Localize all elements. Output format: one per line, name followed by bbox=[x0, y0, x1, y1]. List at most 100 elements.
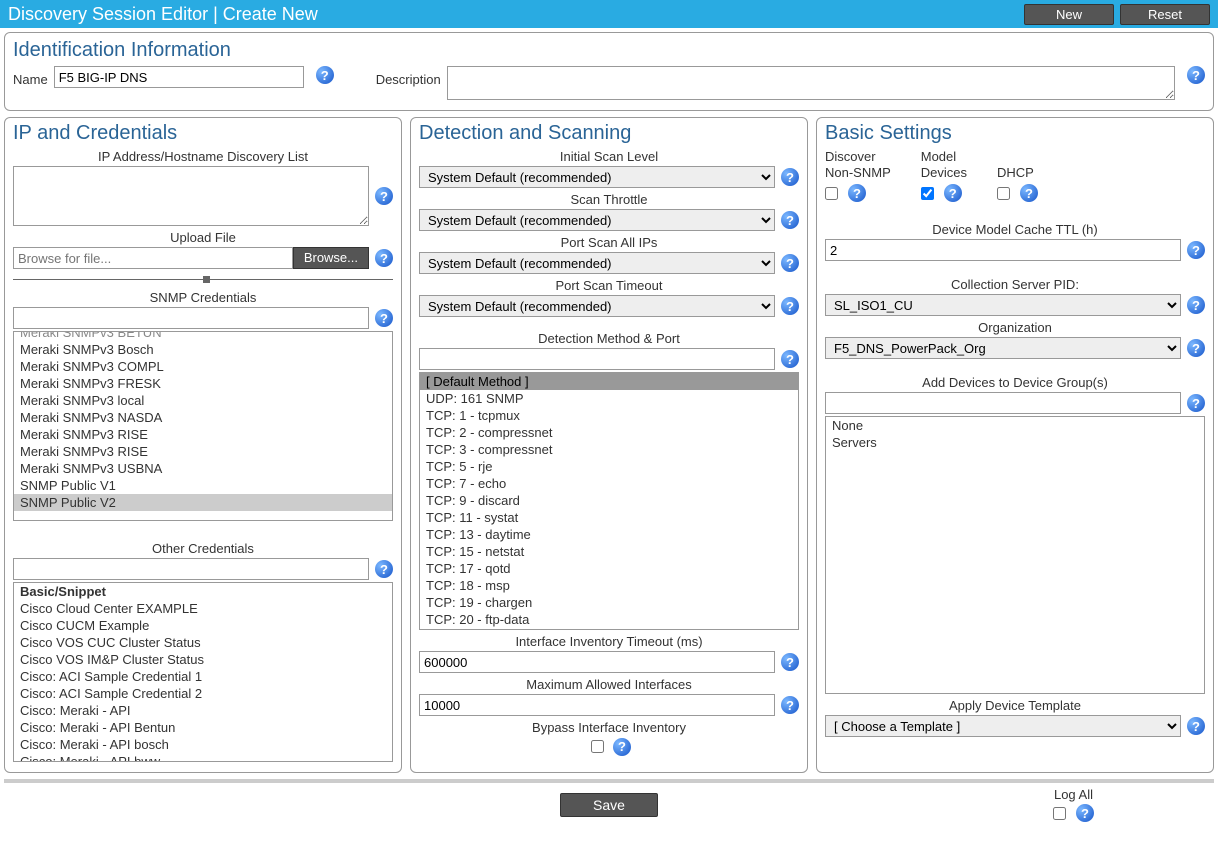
scan-level-select[interactable]: System Default (recommended) bbox=[419, 166, 775, 188]
list-item[interactable]: TCP: 18 - msp bbox=[420, 577, 798, 594]
file-path-input[interactable] bbox=[13, 247, 293, 269]
help-icon[interactable]: ? bbox=[944, 184, 962, 202]
list-item[interactable]: TCP: 5 - rje bbox=[420, 458, 798, 475]
list-item[interactable]: Meraki SNMPv3 local bbox=[14, 392, 392, 409]
list-item[interactable]: UDP: 161 SNMP bbox=[420, 390, 798, 407]
help-icon[interactable]: ? bbox=[1187, 339, 1205, 357]
dhcp-checkbox[interactable] bbox=[997, 187, 1010, 200]
list-item[interactable]: Cisco Cloud Center EXAMPLE bbox=[14, 600, 392, 617]
ip-list-input[interactable] bbox=[13, 166, 369, 226]
help-icon[interactable]: ? bbox=[1187, 296, 1205, 314]
detection-method-list[interactable]: [ Default Method ]UDP: 161 SNMPTCP: 1 - … bbox=[419, 372, 799, 630]
detection-method-filter[interactable] bbox=[419, 348, 775, 370]
ip-list-label: IP Address/Hostname Discovery List bbox=[13, 149, 393, 164]
list-item[interactable]: Cisco CUCM Example bbox=[14, 617, 392, 634]
list-item[interactable]: Meraki SNMPv3 NASDA bbox=[14, 409, 392, 426]
list-item[interactable]: TCP: 15 - netstat bbox=[420, 543, 798, 560]
cache-ttl-input[interactable] bbox=[825, 239, 1181, 261]
help-icon[interactable]: ? bbox=[781, 211, 799, 229]
list-item[interactable]: TCP: 19 - chargen bbox=[420, 594, 798, 611]
help-icon[interactable]: ? bbox=[781, 696, 799, 714]
list-item[interactable]: TCP: 1 - tcpmux bbox=[420, 407, 798, 424]
name-input[interactable] bbox=[54, 66, 304, 88]
list-item[interactable]: TCP: 13 - daytime bbox=[420, 526, 798, 543]
help-icon[interactable]: ? bbox=[1076, 804, 1094, 822]
list-item[interactable]: TCP: 7 - echo bbox=[420, 475, 798, 492]
collection-pid-select[interactable]: SL_ISO1_CU bbox=[825, 294, 1181, 316]
list-item[interactable]: Cisco VOS IM&P Cluster Status bbox=[14, 651, 392, 668]
help-icon[interactable]: ? bbox=[1020, 184, 1038, 202]
help-icon[interactable]: ? bbox=[375, 187, 393, 205]
reset-button[interactable]: Reset bbox=[1120, 4, 1210, 25]
snmp-credentials-list[interactable]: Meraki SNMPv3 BETUNMeraki SNMPv3 BoschMe… bbox=[13, 331, 393, 521]
iface-timeout-input[interactable] bbox=[419, 651, 775, 673]
help-icon[interactable]: ? bbox=[316, 66, 334, 84]
help-icon[interactable]: ? bbox=[1187, 241, 1205, 259]
list-item[interactable]: None bbox=[826, 417, 1204, 434]
help-icon[interactable]: ? bbox=[613, 738, 631, 756]
scan-throttle-label: Scan Throttle bbox=[419, 192, 799, 207]
list-item[interactable]: Meraki SNMPv3 RISE bbox=[14, 426, 392, 443]
list-item[interactable]: TCP: 3 - compressnet bbox=[420, 441, 798, 458]
list-item[interactable]: Meraki SNMPv3 USBNA bbox=[14, 460, 392, 477]
list-item[interactable]: Meraki SNMPv3 BETUN bbox=[14, 331, 392, 341]
help-icon[interactable]: ? bbox=[1187, 66, 1205, 84]
help-icon[interactable]: ? bbox=[848, 184, 866, 202]
bypass-label: Bypass Interface Inventory bbox=[419, 720, 799, 735]
model-devices-checkbox[interactable] bbox=[921, 187, 934, 200]
help-icon[interactable]: ? bbox=[781, 168, 799, 186]
bypass-checkbox[interactable] bbox=[591, 740, 604, 753]
list-header: Basic/Snippet bbox=[14, 583, 392, 600]
list-item[interactable]: TCP: 2 - compressnet bbox=[420, 424, 798, 441]
help-icon[interactable]: ? bbox=[781, 254, 799, 272]
help-icon[interactable]: ? bbox=[781, 350, 799, 368]
list-item[interactable]: SNMP Public V1 bbox=[14, 477, 392, 494]
list-item[interactable]: Meraki SNMPv3 COMPL bbox=[14, 358, 392, 375]
list-item[interactable]: Meraki SNMPv3 RISE bbox=[14, 443, 392, 460]
list-item[interactable]: SNMP Public V2 bbox=[14, 494, 392, 511]
list-item[interactable]: TCP: 17 - qotd bbox=[420, 560, 798, 577]
list-item[interactable]: TCP: 20 - ftp-data bbox=[420, 611, 798, 628]
device-groups-filter[interactable] bbox=[825, 392, 1181, 414]
help-icon[interactable]: ? bbox=[375, 560, 393, 578]
browse-button[interactable]: Browse... bbox=[293, 247, 369, 269]
list-item[interactable]: Servers bbox=[826, 434, 1204, 451]
list-item[interactable]: Meraki SNMPv3 FRESK bbox=[14, 375, 392, 392]
list-item[interactable]: Cisco: Meraki - API Bentun bbox=[14, 719, 392, 736]
organization-select[interactable]: F5_DNS_PowerPack_Org bbox=[825, 337, 1181, 359]
list-item[interactable]: Cisco VOS CUC Cluster Status bbox=[14, 634, 392, 651]
iface-timeout-label: Interface Inventory Timeout (ms) bbox=[419, 634, 799, 649]
list-item[interactable]: Cisco: Meraki - API bbox=[14, 702, 392, 719]
help-icon[interactable]: ? bbox=[781, 297, 799, 315]
description-input[interactable] bbox=[447, 66, 1175, 100]
list-item[interactable]: Meraki SNMPv3 Bosch bbox=[14, 341, 392, 358]
help-icon[interactable]: ? bbox=[375, 309, 393, 327]
list-item[interactable]: Cisco: ACI Sample Credential 1 bbox=[14, 668, 392, 685]
list-item[interactable]: Cisco: Meraki - API bww bbox=[14, 753, 392, 762]
help-icon[interactable]: ? bbox=[375, 249, 393, 267]
discover-nonsnmp-checkbox[interactable] bbox=[825, 187, 838, 200]
help-icon[interactable]: ? bbox=[781, 653, 799, 671]
device-groups-list[interactable]: NoneServers bbox=[825, 416, 1205, 694]
other-credentials-list[interactable]: Basic/SnippetCisco Cloud Center EXAMPLEC… bbox=[13, 582, 393, 762]
port-scan-timeout-select[interactable]: System Default (recommended) bbox=[419, 295, 775, 317]
list-item[interactable]: Cisco: ACI Sample Credential 2 bbox=[14, 685, 392, 702]
scan-level-label: Initial Scan Level bbox=[419, 149, 799, 164]
device-template-select[interactable]: [ Choose a Template ] bbox=[825, 715, 1181, 737]
list-item[interactable]: Cisco: Meraki - API bosch bbox=[14, 736, 392, 753]
scan-throttle-select[interactable]: System Default (recommended) bbox=[419, 209, 775, 231]
save-button[interactable]: Save bbox=[560, 793, 658, 817]
help-icon[interactable]: ? bbox=[1187, 394, 1205, 412]
new-button[interactable]: New bbox=[1024, 4, 1114, 25]
collection-pid-label: Collection Server PID: bbox=[825, 277, 1205, 292]
max-iface-input[interactable] bbox=[419, 694, 775, 716]
list-item[interactable]: TCP: 9 - discard bbox=[420, 492, 798, 509]
list-item[interactable]: [ Default Method ] bbox=[420, 373, 798, 390]
list-item[interactable]: TCP: 11 - systat bbox=[420, 509, 798, 526]
other-filter-input[interactable] bbox=[13, 558, 369, 580]
device-template-label: Apply Device Template bbox=[825, 698, 1205, 713]
help-icon[interactable]: ? bbox=[1187, 717, 1205, 735]
snmp-filter-input[interactable] bbox=[13, 307, 369, 329]
log-all-checkbox[interactable] bbox=[1053, 807, 1066, 820]
port-scan-all-select[interactable]: System Default (recommended) bbox=[419, 252, 775, 274]
